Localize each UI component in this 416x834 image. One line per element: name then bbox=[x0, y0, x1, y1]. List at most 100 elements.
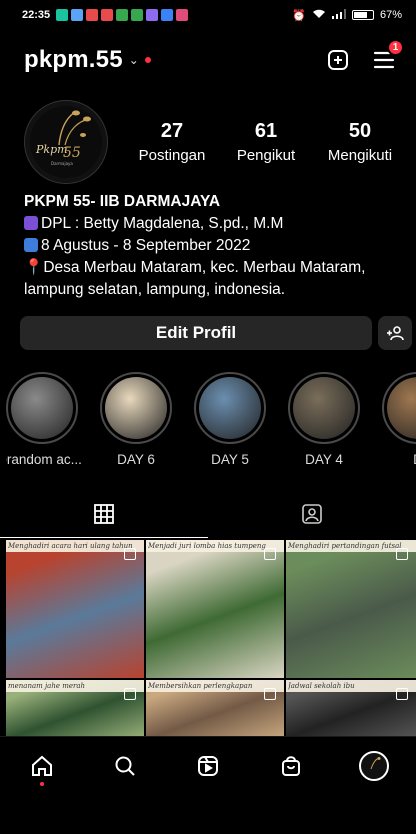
post-caption-text: Menghadiri acara hari ulang tahun bbox=[8, 542, 133, 550]
highlight-cover-image bbox=[387, 377, 416, 439]
stat-posts-value: 27 bbox=[160, 120, 184, 142]
status-time: 22:35 bbox=[22, 9, 51, 21]
carousel-icon bbox=[396, 548, 408, 560]
app-notification-icon bbox=[56, 9, 69, 21]
app-notification-icon bbox=[161, 9, 174, 21]
carousel-icon bbox=[396, 688, 408, 700]
post-caption-text: Membersihkan perlengkapan bbox=[148, 682, 253, 690]
carousel-icon bbox=[124, 688, 136, 700]
profile-name: PKPM 55- IIB DARMAJAYA bbox=[24, 193, 221, 210]
post-thumbnail[interactable]: menanam jahe merah bbox=[6, 680, 144, 736]
plus-square-icon bbox=[328, 50, 348, 70]
bio-line-date-text: 8 Agustus - 8 September 2022 bbox=[41, 237, 251, 254]
highlight-cover-image bbox=[293, 377, 355, 439]
profile-actions: Edit Profil bbox=[20, 316, 412, 350]
highlight-ring bbox=[6, 372, 78, 444]
alarm-icon: ⏰ bbox=[292, 9, 306, 22]
bio-line-location: 📍Desa Merbau Mataram, kec. Merbau Matara… bbox=[24, 257, 404, 301]
post-thumbnail[interactable]: Menjadi juri lomba hias tumpeng bbox=[146, 540, 284, 678]
search-icon bbox=[115, 756, 135, 776]
menu-button[interactable]: 1 bbox=[372, 39, 404, 71]
calendar-emoji-icon bbox=[24, 238, 38, 252]
shopping-bag-icon bbox=[282, 755, 301, 776]
profile-avatar[interactable]: Pkpm 55 Darmajaya bbox=[24, 100, 108, 184]
status-bar: 22:35 ⏰ 67% bbox=[0, 0, 416, 30]
reels-icon bbox=[197, 755, 218, 776]
edit-profile-button[interactable]: Edit Profil bbox=[20, 316, 372, 350]
create-post-button[interactable] bbox=[326, 48, 350, 72]
home-icon bbox=[31, 755, 52, 776]
chevron-down-icon[interactable]: ⌄ bbox=[129, 53, 139, 67]
highlight-cover-image bbox=[11, 377, 73, 439]
highlight-cover-image bbox=[105, 377, 167, 439]
svg-text:Darmajaya: Darmajaya bbox=[51, 161, 73, 166]
post-thumbnail[interactable]: Menghadiri acara hari ulang tahun bbox=[6, 540, 144, 678]
app-notification-icon bbox=[86, 9, 99, 21]
highlight-item[interactable]: DAY 4 bbox=[288, 372, 360, 472]
stat-posts-label: Postingan bbox=[138, 147, 206, 164]
bio-line-location-text: Desa Merbau Mataram, kec. Merbau Mataram… bbox=[24, 259, 366, 298]
person-emoji-icon bbox=[24, 216, 38, 230]
nav-home[interactable] bbox=[22, 746, 62, 786]
highlight-label: DAY 5 bbox=[211, 452, 249, 467]
stat-following-value: 50 bbox=[348, 120, 372, 142]
highlight-ring bbox=[100, 372, 172, 444]
profile-tabs bbox=[0, 490, 416, 538]
highlight-label: •random ac... bbox=[6, 452, 82, 467]
active-indicator-dot bbox=[39, 781, 44, 786]
story-highlights: •random ac... DAY 6 DAY 5 DAY 4 D bbox=[6, 372, 416, 472]
stat-followers[interactable]: 61 Pengikut bbox=[226, 120, 306, 164]
stat-followers-value: 61 bbox=[254, 120, 278, 142]
highlight-ring bbox=[382, 372, 416, 444]
highlight-item[interactable]: DAY 6 bbox=[100, 372, 172, 472]
post-caption-text: menanam jahe merah bbox=[8, 682, 86, 690]
grid-icon bbox=[94, 504, 114, 524]
posts-grid: Menghadiri acara hari ulang tahun Menjadi… bbox=[6, 540, 416, 736]
profile-avatar-small bbox=[359, 750, 390, 781]
post-thumbnail[interactable]: Membersihkan perlengkapan bbox=[146, 680, 284, 736]
carousel-icon bbox=[124, 548, 136, 560]
battery-percent: 67% bbox=[379, 9, 402, 21]
bio-line-dpl: DPL : Betty Magdalena, S.pd., M.M bbox=[24, 213, 404, 235]
highlight-item[interactable]: DAY 5 bbox=[194, 372, 266, 472]
stat-following-label: Mengikuti bbox=[327, 147, 393, 164]
nav-shop[interactable] bbox=[271, 746, 311, 786]
highlight-label: DAY 4 bbox=[305, 452, 343, 467]
nav-profile[interactable] bbox=[354, 746, 394, 786]
status-indicators: ⏰ 67% bbox=[292, 8, 402, 22]
nav-search[interactable] bbox=[105, 746, 145, 786]
highlight-item[interactable]: •random ac... bbox=[6, 372, 82, 472]
highlight-label: DAY 6 bbox=[117, 452, 155, 467]
stat-posts[interactable]: 27 Postingan bbox=[132, 120, 212, 164]
tab-tagged[interactable] bbox=[208, 490, 416, 538]
profile-logo-image: Pkpm 55 Darmajaya bbox=[30, 106, 102, 178]
carousel-icon bbox=[264, 548, 276, 560]
app-notification-icon bbox=[146, 9, 159, 21]
tab-posts-grid[interactable] bbox=[0, 490, 208, 538]
app-notification-icon bbox=[176, 9, 189, 21]
notification-icons bbox=[56, 9, 189, 21]
highlight-ring bbox=[288, 372, 360, 444]
discover-people-button[interactable] bbox=[378, 316, 412, 350]
notification-dot bbox=[144, 57, 151, 63]
battery-icon bbox=[351, 10, 374, 20]
nav-reels[interactable] bbox=[188, 746, 228, 786]
pin-emoji-icon: 📍 bbox=[24, 259, 44, 276]
app-notification-icon bbox=[131, 9, 144, 21]
bottom-navigation bbox=[0, 736, 416, 794]
post-thumbnail[interactable]: Menghadiri pertandingan futsal bbox=[286, 540, 416, 678]
highlight-ring bbox=[194, 372, 266, 444]
post-caption-text: Menjadi juri lomba hias tumpeng bbox=[148, 542, 266, 550]
highlight-cover-image bbox=[199, 377, 261, 439]
svg-text:55: 55 bbox=[63, 145, 81, 161]
stat-following[interactable]: 50 Mengikuti bbox=[320, 120, 400, 164]
stat-followers-label: Pengikut bbox=[236, 147, 296, 164]
highlight-item[interactable]: D bbox=[382, 372, 416, 472]
post-thumbnail[interactable]: Jadwal sekolah ibu bbox=[286, 680, 416, 736]
username-switcher[interactable]: pkpm.55 bbox=[24, 46, 123, 74]
bio-line-date: 8 Agustus - 8 September 2022 bbox=[24, 235, 404, 257]
tagged-person-icon bbox=[302, 504, 322, 524]
profile-header: pkpm.55 ⌄ 1 bbox=[0, 38, 416, 82]
add-person-icon bbox=[387, 326, 404, 341]
menu-notification-badge: 1 bbox=[387, 39, 404, 56]
